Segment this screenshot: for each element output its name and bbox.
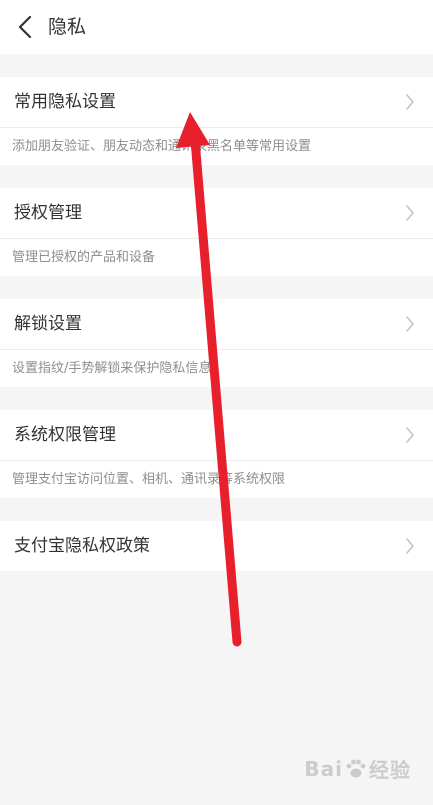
chevron-left-icon: [18, 16, 32, 38]
chevron-right-icon: [406, 316, 414, 332]
section-common-privacy: 常用隐私设置 添加朋友验证、朋友动态和通讯录黑名单等常用设置: [0, 77, 433, 165]
menu-item-label: 常用隐私设置: [14, 92, 116, 112]
section-privacy-policy: 支付宝隐私权政策: [0, 521, 433, 571]
watermark-text-right: 经验: [369, 758, 411, 782]
menu-item-privacy-policy[interactable]: 支付宝隐私权政策: [0, 521, 433, 571]
section-authorization: 授权管理 管理已授权的产品和设备: [0, 188, 433, 276]
section-system-permissions: 系统权限管理 管理支付宝访问位置、相机、通讯录等系统权限: [0, 410, 433, 498]
menu-item-label: 授权管理: [14, 203, 82, 223]
chevron-right-icon: [406, 205, 414, 221]
paw-icon: [346, 759, 366, 777]
watermark-text-left: Bai: [304, 756, 343, 781]
menu-item-label: 系统权限管理: [14, 425, 116, 445]
chevron-right-icon: [406, 538, 414, 554]
menu-item-description: 管理已授权的产品和设备: [0, 238, 433, 276]
header: 隐私: [0, 0, 433, 54]
description-text: 设置指纹/手势解锁来保护隐私信息: [12, 361, 212, 376]
menu-item-label: 支付宝隐私权政策: [14, 536, 150, 556]
page-title: 隐私: [48, 16, 87, 38]
watermark: Bai 经验: [304, 754, 411, 783]
chevron-right-icon: [406, 94, 414, 110]
description-text: 管理已授权的产品和设备: [12, 250, 156, 265]
menu-item-authorization[interactable]: 授权管理: [0, 188, 433, 238]
chevron-right-icon: [406, 427, 414, 443]
back-button[interactable]: [10, 12, 40, 42]
privacy-settings-page: 隐私 常用隐私设置 添加朋友验证、朋友动态和通讯录黑名单等常用设置 授权管理 管…: [0, 0, 433, 805]
menu-item-description: 添加朋友验证、朋友动态和通讯录黑名单等常用设置: [0, 127, 433, 165]
menu-item-description: 设置指纹/手势解锁来保护隐私信息: [0, 349, 433, 387]
description-text: 管理支付宝访问位置、相机、通讯录等系统权限: [12, 472, 286, 487]
description-text: 添加朋友验证、朋友动态和通讯录黑名单等常用设置: [12, 139, 312, 154]
menu-item-unlock[interactable]: 解锁设置: [0, 299, 433, 349]
menu-item-description: 管理支付宝访问位置、相机、通讯录等系统权限: [0, 460, 433, 498]
menu-item-label: 解锁设置: [14, 314, 82, 334]
section-unlock: 解锁设置 设置指纹/手势解锁来保护隐私信息: [0, 299, 433, 387]
menu-item-system-permissions[interactable]: 系统权限管理: [0, 410, 433, 460]
menu-item-common-privacy[interactable]: 常用隐私设置: [0, 77, 433, 127]
